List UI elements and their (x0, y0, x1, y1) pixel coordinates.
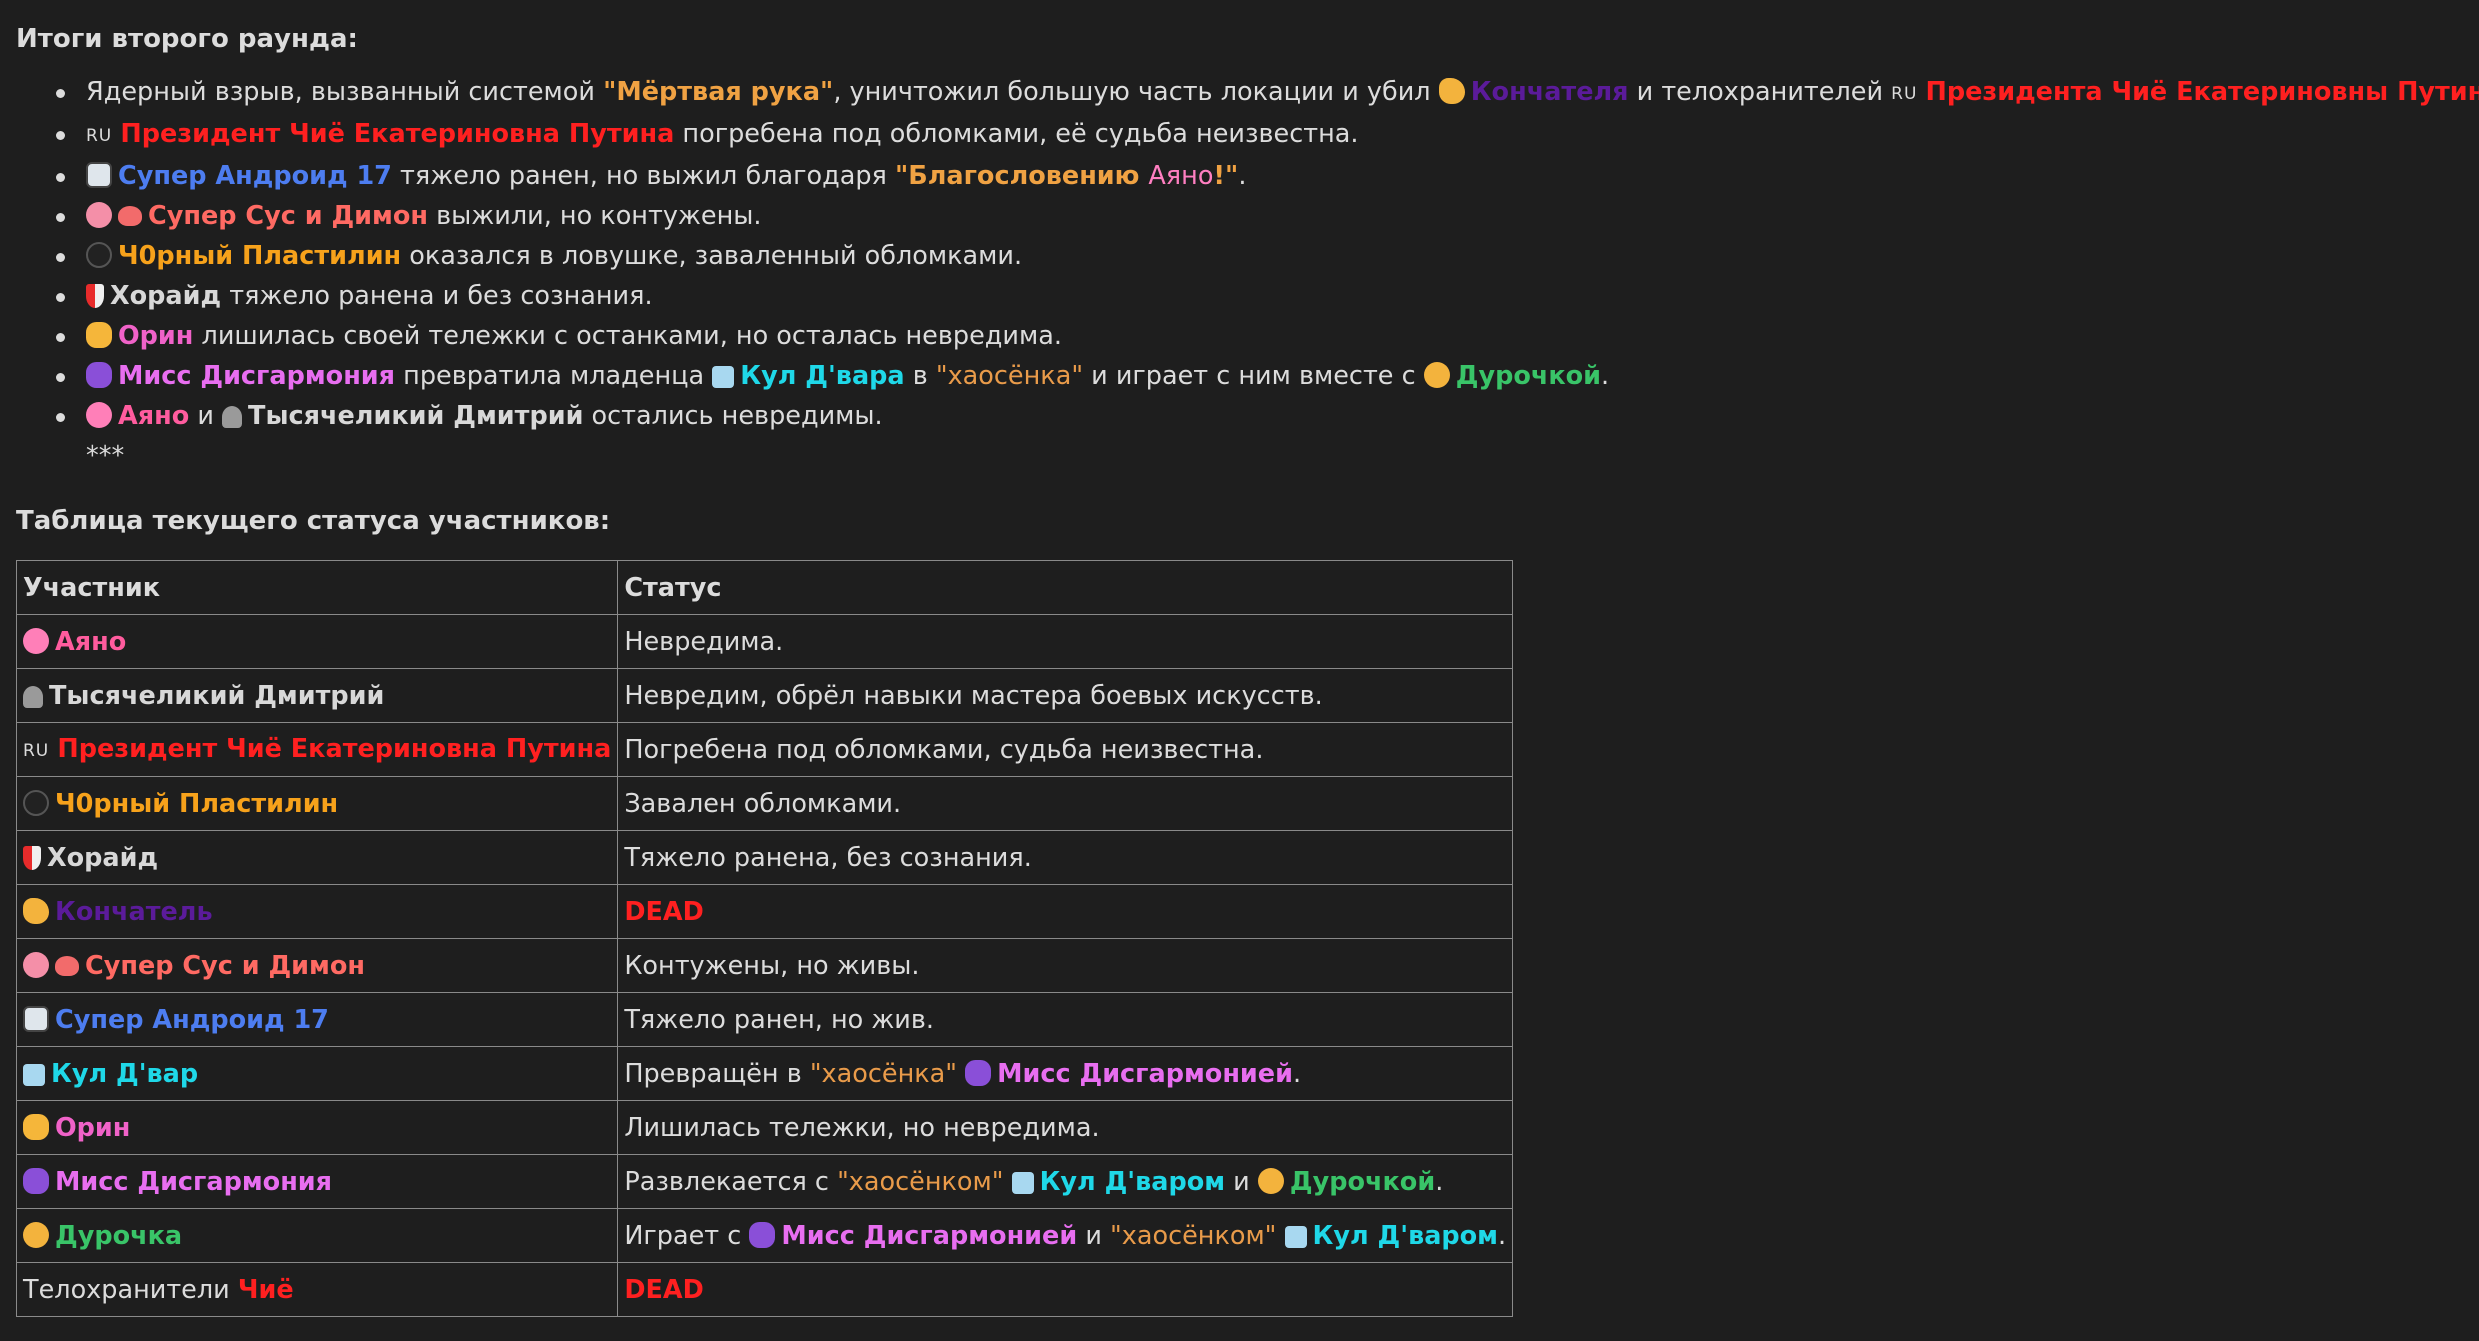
cat-face-icon (86, 322, 112, 348)
black-circle-icon (23, 789, 49, 816)
ice-cube-icon (23, 1063, 45, 1086)
round-results-list: Ядерный взрыв, вызванный системой "Мёртв… (16, 72, 2479, 436)
round-title: Итоги второго раунда: (16, 24, 358, 54)
bust-silhouette-icon (222, 406, 243, 428)
cherry-blossom-icon (86, 402, 112, 428)
table-row: Тысячеликий Дмитрий Невредим, обрёл навы… (15, 668, 1514, 723)
list-item: Ч0рный Пластилин оказался в ловушке, зав… (56, 236, 2456, 276)
list-item: Супер Андроид 17 тяжело ранен, но выжил … (56, 156, 2456, 196)
cat-face-icon (23, 1113, 49, 1140)
ru-flag-icon: RU (1891, 84, 1918, 104)
shield-icon (86, 284, 104, 308)
alien-monster-icon (965, 1059, 992, 1086)
table-header-row: Участник Статус (15, 560, 1514, 615)
list-item: Орин лишилась своей тележки с останками,… (56, 316, 2456, 356)
table-row: Кончатель DEAD (15, 884, 1514, 939)
poop-icon (55, 955, 79, 976)
poop-icon (118, 206, 142, 226)
status-table: Участник Статус Аяно Невредима. Тысячели… (15, 560, 1514, 1317)
table-row: Орин Лишилась тележки, но невредима. (15, 1100, 1514, 1155)
table-row: Кул Д'вар Превращён в "хаосёнка" Мисс Ди… (15, 1046, 1514, 1101)
cherry-blossom-icon (23, 627, 49, 654)
alien-monster-icon (86, 362, 112, 388)
ice-cube-icon (1011, 1171, 1034, 1194)
ru-flag-icon: RU (23, 740, 50, 761)
alien-monster-icon (23, 1167, 49, 1194)
table-row: Супер Сус и Димон Контужены, но живы. (15, 938, 1514, 993)
table-row: Хорайд Тяжело ранена, без сознания. (15, 830, 1514, 885)
list-item: Аяно и Тысячеликий Дмитрий остались невр… (56, 396, 2456, 436)
alien-monster-icon (749, 1221, 776, 1248)
ice-cube-icon (1284, 1225, 1307, 1248)
shield-icon (23, 845, 41, 870)
list-item: Хорайд тяжело ранена и без сознания. (56, 276, 2456, 316)
flexed-biceps-icon (1438, 78, 1465, 104)
table-row: Аяно Невредима. (15, 614, 1514, 669)
bust-silhouette-icon (23, 685, 43, 708)
list-item: Мисс Дисгармония превратила младенца Кул… (56, 356, 2456, 396)
ice-cube-icon (712, 366, 735, 388)
table-row: Супер Андроид 17 Тяжело ранен, но жив. (15, 992, 1514, 1047)
table-row: RU Президент Чиё Екатериновна Путина Пог… (15, 722, 1514, 777)
girl-icon (23, 1221, 49, 1248)
table-row: Дурочка Играет с Мисс Дисгармонией и "ха… (15, 1208, 1514, 1263)
table-row: Ч0рный Пластилин Завален обломками. (15, 776, 1514, 831)
list-item: Ядерный взрыв, вызванный системой "Мёртв… (56, 72, 2479, 114)
list-item: RU Президент Чиё Екатериновна Путина пог… (56, 114, 2456, 156)
pig-face-icon (23, 951, 49, 978)
black-circle-icon (86, 242, 112, 268)
girl-icon (1257, 1167, 1284, 1194)
separator-stars: *** (86, 441, 125, 471)
girl-icon (1423, 362, 1450, 388)
pig-face-icon (86, 202, 112, 228)
robot-icon (86, 162, 112, 188)
list-item: Супер Сус и Димон выжили, но контужены. (56, 196, 2456, 236)
robot-icon (23, 1005, 49, 1032)
column-header-status: Статус (617, 560, 1514, 615)
table-row: Мисс Дисгармония Развлекается с "хаосёнк… (15, 1154, 1514, 1209)
column-header-participant: Участник (15, 560, 619, 615)
chat-message: Итоги второго раунда: Ядерный взрыв, выз… (15, 18, 2479, 1317)
table-title: Таблица текущего статуса участников: (16, 506, 611, 536)
table-row: Телохранители Чиё DEAD (15, 1262, 1514, 1317)
dead-status: DEAD (617, 884, 1514, 939)
flexed-biceps-icon (23, 897, 49, 924)
dead-status: DEAD (617, 1262, 1514, 1317)
ru-flag-icon: RU (86, 126, 113, 146)
